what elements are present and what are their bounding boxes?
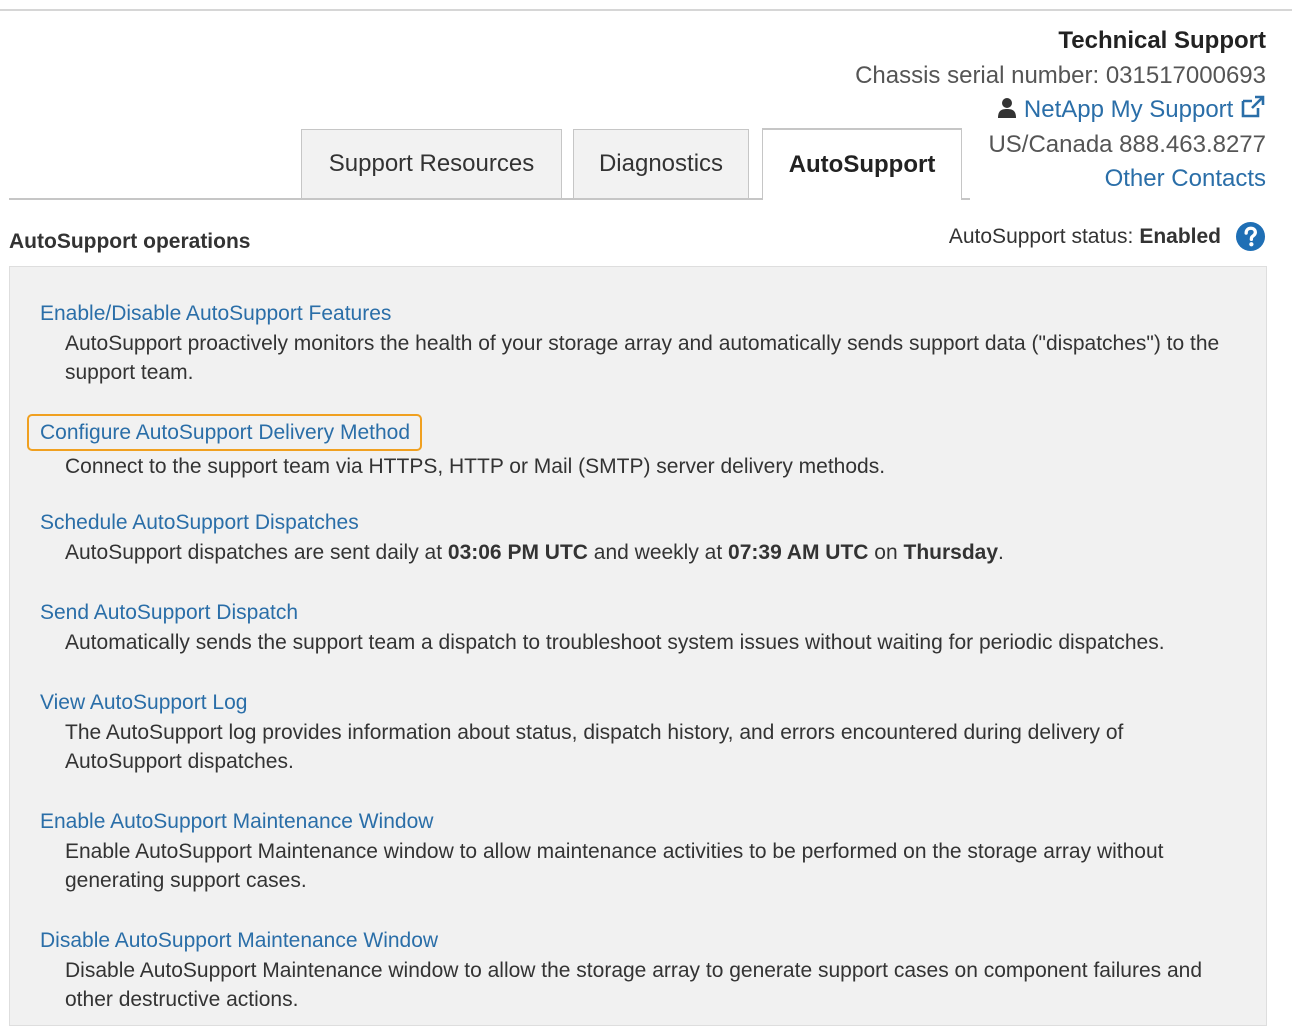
tab-autosupport[interactable]: AutoSupport [762,128,962,200]
weekly-time: 07:39 AM UTC [728,541,869,564]
operation-description: Enable AutoSupport Maintenance window to… [65,840,1164,892]
user-icon [997,96,1024,123]
schedule-text: AutoSupport dispatches are sent daily at [65,541,448,564]
external-link-icon[interactable] [1240,95,1266,123]
operation-description: Connect to the support team via HTTPS, H… [65,455,886,478]
autosupport-status: AutoSupport status: Enabled [949,221,1266,252]
enable-maintenance-window-link[interactable]: Enable AutoSupport Maintenance Window [40,808,433,836]
netapp-my-support-link[interactable]: NetApp My Support [1024,96,1233,123]
operation-description: Automatically sends the support team a d… [65,631,1165,654]
schedule-text: and weekly at [587,541,729,564]
support-title: Technical Support [1058,27,1266,54]
operation-item: Send AutoSupport Dispatch Automatically … [40,599,1240,657]
enable-disable-features-link[interactable]: Enable/Disable AutoSupport Features [40,300,391,328]
status-label: AutoSupport status: [948,224,1134,248]
tab-diagnostics[interactable]: Diagnostics [573,129,749,198]
schedule-text: . [998,541,1004,564]
configure-delivery-method-link[interactable]: Configure AutoSupport Delivery Method [27,414,423,451]
disable-maintenance-window-link[interactable]: Disable AutoSupport Maintenance Window [40,927,438,955]
send-dispatch-link[interactable]: Send AutoSupport Dispatch [40,599,298,627]
operation-item: Schedule AutoSupport Dispatches AutoSupp… [40,509,1240,567]
top-divider [0,9,1292,11]
operation-item: Enable/Disable AutoSupport Features Auto… [40,300,1240,387]
help-icon[interactable] [1235,221,1266,252]
schedule-text: on [868,541,904,564]
active-tab-gap [763,197,961,200]
operation-description: The AutoSupport log provides information… [65,721,1124,773]
operation-item: Configure AutoSupport Delivery Method Co… [27,414,1240,481]
view-log-link[interactable]: View AutoSupport Log [40,689,247,717]
weekly-day: Thursday [903,541,999,564]
operation-description: Disable AutoSupport Maintenance window t… [65,959,1203,1011]
schedule-dispatches-link[interactable]: Schedule AutoSupport Dispatches [40,509,359,537]
operations-panel: Enable/Disable AutoSupport Features Auto… [9,266,1267,1026]
status-value: Enabled [1139,224,1221,248]
chassis-serial: Chassis serial number: 031517000693 [855,61,1266,89]
my-support-row: NetApp My Support [766,95,1266,130]
tab-support-resources[interactable]: Support Resources [301,129,562,198]
operation-item: Enable AutoSupport Maintenance Window En… [40,808,1200,895]
operation-item: View AutoSupport Log The AutoSupport log… [40,689,1160,776]
operation-description: AutoSupport proactively monitors the hea… [65,332,1220,384]
operation-item: Disable AutoSupport Maintenance Window D… [40,927,1240,1014]
daily-time: 03:06 PM UTC [447,541,588,564]
autosupport-operations-heading: AutoSupport operations [9,230,251,253]
operation-description: AutoSupport dispatches are sent daily at… [65,538,1240,567]
